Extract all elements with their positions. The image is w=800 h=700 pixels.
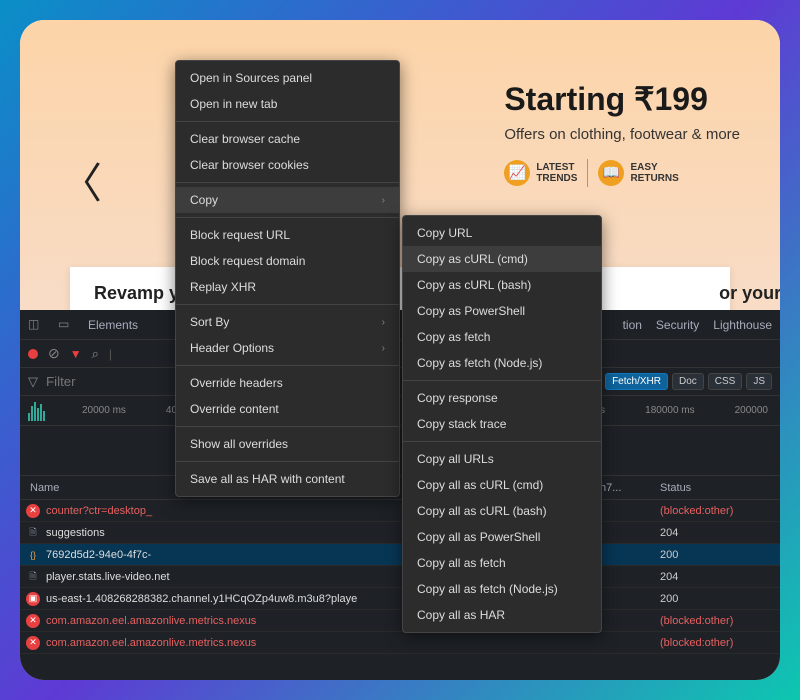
- overview-lane[interactable]: [20, 426, 780, 476]
- chip-fetch[interactable]: Fetch/XHR: [605, 373, 668, 390]
- request-icon: 🗎: [26, 526, 40, 540]
- network-rows: ✕counter?ctr=desktop_(blocked:other)🗎sug…: [20, 500, 780, 654]
- filter-icon[interactable]: ▼: [70, 347, 82, 361]
- chip-js[interactable]: JS: [746, 373, 772, 390]
- mi-copy-all-curl-cmd[interactable]: Copy all as cURL (cmd): [403, 472, 601, 498]
- request-status: 200: [650, 549, 780, 561]
- waveform: [28, 400, 78, 421]
- network-toolbar: ⊘ ▼ ⌕ |: [20, 340, 780, 368]
- mi-save-har[interactable]: Save all as HAR with content: [176, 466, 399, 492]
- banner-title: Starting ₹199: [504, 80, 740, 118]
- search-icon[interactable]: ⌕: [92, 346, 99, 362]
- badge-row: 📈 LATEST TRENDS 📖 EASY RETURNS: [504, 159, 740, 187]
- badge-trends: 📈 LATEST TRENDS: [504, 160, 577, 186]
- copy-submenu: Copy URL Copy as cURL (cmd) Copy as cURL…: [402, 215, 602, 633]
- record-icon[interactable]: [28, 349, 38, 359]
- network-header: Name n7... Status: [20, 476, 780, 500]
- mi-header-opts[interactable]: Header Options›: [176, 335, 399, 361]
- mi-copy-url[interactable]: Copy URL: [403, 220, 601, 246]
- col-status[interactable]: Status: [650, 482, 780, 494]
- mi-copy-response[interactable]: Copy response: [403, 385, 601, 411]
- device-icon[interactable]: ▭: [58, 317, 74, 333]
- mi-copy-stack[interactable]: Copy stack trace: [403, 411, 601, 437]
- mi-clear-cache[interactable]: Clear browser cache: [176, 126, 399, 152]
- funnel-icon[interactable]: ▽: [28, 374, 38, 390]
- mi-copy-all-fetch[interactable]: Copy all as fetch: [403, 550, 601, 576]
- context-menu: Open in Sources panel Open in new tab Cl…: [175, 60, 400, 497]
- mi-copy-fetch[interactable]: Copy as fetch: [403, 324, 601, 350]
- mi-block-domain[interactable]: Block request domain: [176, 248, 399, 274]
- mi-copy-all-har[interactable]: Copy all as HAR: [403, 602, 601, 628]
- tab-partial[interactable]: tion: [623, 318, 642, 332]
- mi-replay-xhr[interactable]: Replay XHR: [176, 274, 399, 300]
- mi-copy-all-curl-bash[interactable]: Copy all as cURL (bash): [403, 498, 601, 524]
- request-icon: {}: [26, 548, 40, 562]
- request-status: 204: [650, 571, 780, 583]
- app-frame: 〈 Starting ₹199 Offers on clothing, foot…: [20, 20, 780, 680]
- table-row[interactable]: ▣us-east-1.408268288382.channel.y1HCqOZp…: [20, 588, 780, 610]
- mi-copy-all-urls[interactable]: Copy all URLs: [403, 446, 601, 472]
- chevron-right-icon: ›: [382, 343, 385, 354]
- badge-divider: [587, 159, 588, 187]
- request-status: (blocked:other): [650, 637, 780, 649]
- chip-doc[interactable]: Doc: [672, 373, 704, 390]
- mi-show-overrides[interactable]: Show all overrides: [176, 431, 399, 457]
- mi-clear-cookies[interactable]: Clear browser cookies: [176, 152, 399, 178]
- table-row[interactable]: ✕ com.amazon.eel.amazonlive.metrics.nexus…: [20, 632, 780, 654]
- banner-subtitle: Offers on clothing, footwear & more: [504, 126, 740, 143]
- mi-copy-curl-cmd[interactable]: Copy as cURL (cmd): [403, 246, 601, 272]
- request-icon: ✕: [26, 636, 40, 650]
- mi-open-sources[interactable]: Open in Sources panel: [176, 65, 399, 91]
- request-icon: ✕: [26, 614, 40, 628]
- request-icon: 🗎: [26, 570, 40, 584]
- mi-copy-fetch-node[interactable]: Copy as fetch (Node.js): [403, 350, 601, 376]
- inspect-icon[interactable]: ◫: [28, 317, 44, 333]
- trend-icon: 📈: [504, 160, 530, 186]
- chip-css[interactable]: CSS: [708, 373, 743, 390]
- tab-security[interactable]: Security: [656, 318, 699, 332]
- mi-copy-all-powershell[interactable]: Copy all as PowerShell: [403, 524, 601, 550]
- mi-open-newtab[interactable]: Open in new tab: [176, 91, 399, 117]
- mi-copy-powershell[interactable]: Copy as PowerShell: [403, 298, 601, 324]
- clear-icon[interactable]: ⊘: [48, 345, 60, 362]
- mi-sort[interactable]: Sort By›: [176, 309, 399, 335]
- request-icon: ▣: [26, 592, 40, 606]
- mi-copy-all-fetch-node[interactable]: Copy all as fetch (Node.js): [403, 576, 601, 602]
- request-status: 204: [650, 527, 780, 539]
- table-row[interactable]: 🗎player.stats.live-video.net204: [20, 566, 780, 588]
- timeline[interactable]: 20000 ms 40000 m 60000 ms 180000 ms 2000…: [20, 396, 780, 426]
- hero-banner: 〈 Starting ₹199 Offers on clothing, foot…: [20, 20, 780, 310]
- table-row[interactable]: ✕counter?ctr=desktop_(blocked:other): [20, 500, 780, 522]
- returns-icon: 📖: [598, 160, 624, 186]
- table-row[interactable]: ✕com.amazon.eel.amazonlive.metrics.nexus…: [20, 610, 780, 632]
- request-status: (blocked:other): [650, 615, 780, 627]
- type-chips: ll Fetch/XHR Doc CSS JS: [583, 373, 772, 390]
- request-name: com.amazon.eel.amazonlive.metrics.nexus: [46, 637, 590, 649]
- request-status: (blocked:other): [650, 505, 780, 517]
- badge-returns: 📖 EASY RETURNS: [598, 160, 678, 186]
- table-row[interactable]: 🗎suggestions204: [20, 522, 780, 544]
- chevron-right-icon: ›: [382, 317, 385, 328]
- devtools-panel: ◫ ▭ Elements tion Security Lighthouse ⊘ …: [20, 310, 780, 680]
- devtools-tabs: ◫ ▭ Elements tion Security Lighthouse: [20, 310, 780, 340]
- banner-content: Starting ₹199 Offers on clothing, footwe…: [504, 80, 740, 187]
- mi-block-url[interactable]: Block request URL: [176, 222, 399, 248]
- mi-override-content[interactable]: Override content: [176, 396, 399, 422]
- mi-copy[interactable]: Copy›: [176, 187, 399, 213]
- request-icon: ✕: [26, 504, 40, 518]
- request-status: 200: [650, 593, 780, 605]
- filter-bar: ▽ ll Fetch/XHR Doc CSS JS: [20, 368, 780, 396]
- mi-copy-curl-bash[interactable]: Copy as cURL (bash): [403, 272, 601, 298]
- mi-override-headers[interactable]: Override headers: [176, 370, 399, 396]
- chevron-right-icon: ›: [382, 195, 385, 206]
- table-row[interactable]: {}7692d5d2-94e0-4f7c-200: [20, 544, 780, 566]
- carousel-prev-icon[interactable]: 〈: [60, 150, 102, 211]
- tab-lighthouse[interactable]: Lighthouse: [713, 318, 772, 332]
- tab-elements[interactable]: Elements: [88, 318, 138, 332]
